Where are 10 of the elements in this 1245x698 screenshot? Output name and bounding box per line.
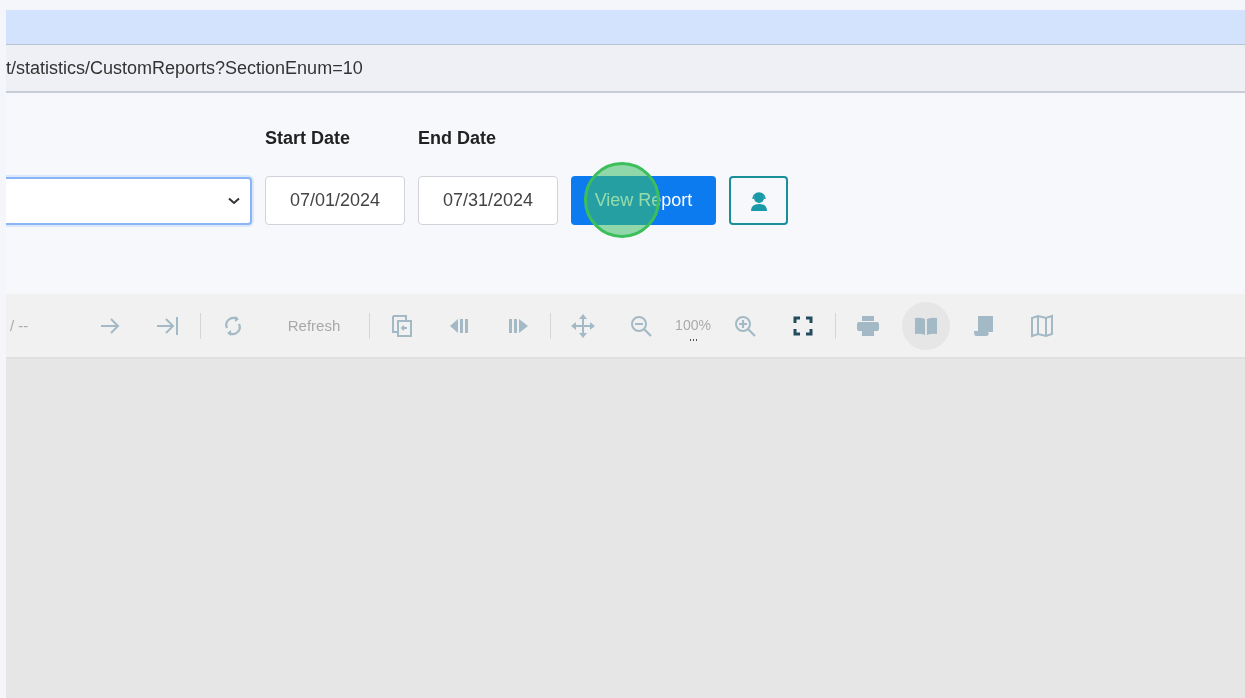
url-text: t/statistics/CustomReports?SectionEnum=10: [6, 57, 363, 79]
end-date-field[interactable]: 07/31/2024: [418, 176, 558, 225]
address-bar[interactable]: t/statistics/CustomReports?SectionEnum=10: [6, 45, 1245, 93]
page-count: / --: [9, 317, 30, 334]
chevron-down-icon: [228, 197, 240, 205]
end-date-label: End Date: [418, 128, 497, 149]
start-date-field[interactable]: 07/01/2024: [265, 176, 405, 225]
start-date-label: Start Date: [265, 128, 352, 149]
report-select[interactable]: [6, 177, 252, 225]
support-button[interactable]: [729, 176, 788, 225]
